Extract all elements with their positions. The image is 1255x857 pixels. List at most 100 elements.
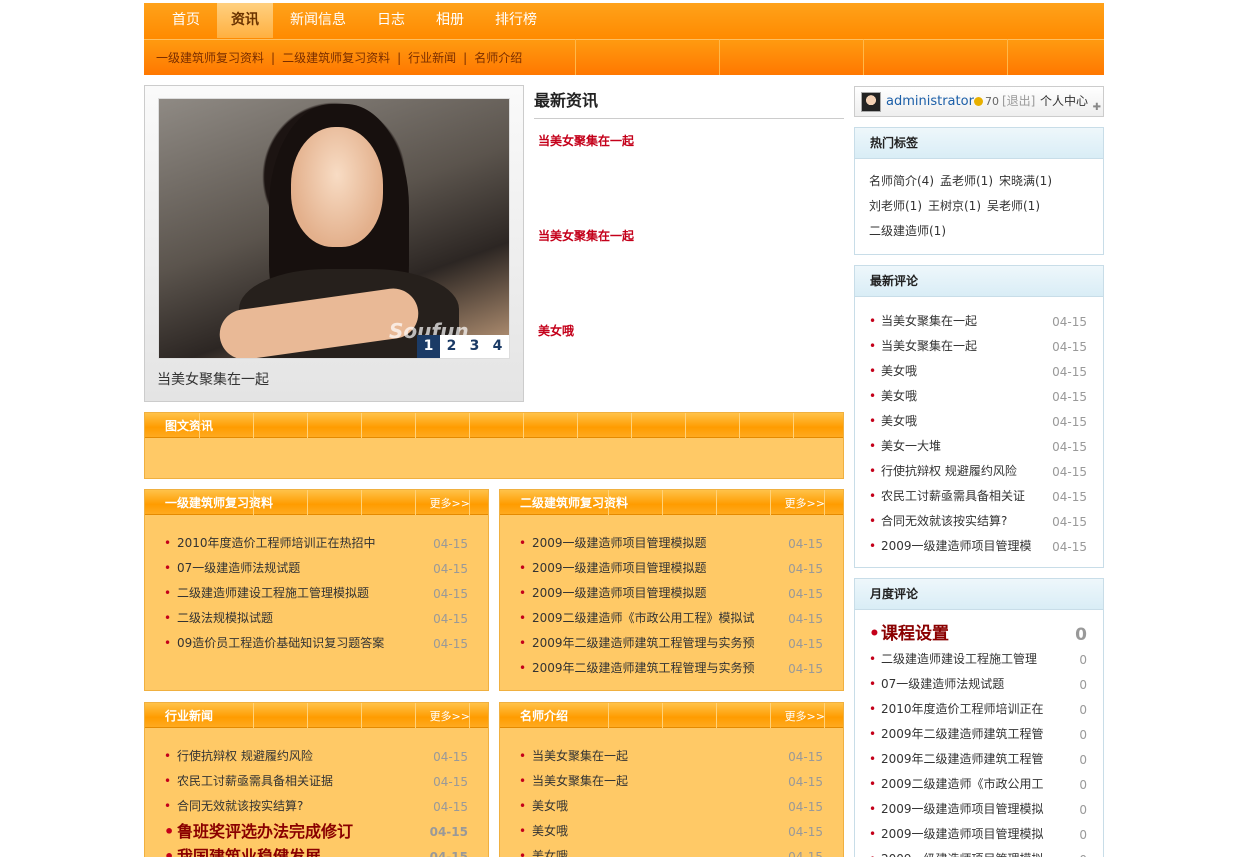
list-item-text[interactable]: 美女哦 — [881, 414, 917, 428]
list-item[interactable]: • 行使抗辩权 规避履约风险 04-15 — [145, 744, 488, 769]
list-item-text[interactable]: 农民工讨薪亟需具备相关证 — [881, 489, 1025, 503]
nav-item-0[interactable]: 首页 — [158, 3, 214, 38]
list-item[interactable]: • 农民工讨薪亟需具备相关证 04-15 — [855, 484, 1103, 509]
list-item-text[interactable]: 我国建筑业稳健发展 — [177, 847, 321, 857]
list-item-text[interactable]: 2009一级建造师项目管理模拟题 — [532, 561, 707, 575]
list-item-text[interactable]: 二级建造师建设工程施工管理 — [881, 652, 1037, 666]
list-item[interactable]: • 当美女聚集在一起 04-15 — [855, 309, 1103, 334]
list-item-text[interactable]: 行使抗辩权 规避履约风险 — [177, 749, 313, 763]
slide-photo[interactable]: Soufun 1234 — [158, 98, 510, 359]
list-item-text[interactable]: 2010年度造价工程师培训正在热招中 — [177, 536, 376, 550]
slide-page-3[interactable]: 3 — [463, 335, 486, 358]
list-item-text[interactable]: 2009年二级建造师建筑工程管理与实务预 — [532, 661, 755, 675]
list-item-text[interactable]: 07一级建造师法规试题 — [177, 561, 300, 575]
nav-item-2[interactable]: 新闻信息 — [276, 3, 360, 38]
list-item[interactable]: • 行使抗辩权 规避履约风险 04-15 — [855, 459, 1103, 484]
logout-link[interactable]: [退出] — [1002, 87, 1035, 116]
tag-link[interactable]: 名师简介(4) — [869, 174, 934, 188]
list-item-text[interactable]: 课程设置 — [881, 624, 949, 644]
slide-page-4[interactable]: 4 — [486, 335, 509, 358]
list-item-text[interactable]: 当美女聚集在一起 — [532, 774, 628, 788]
list-item-text[interactable]: 2009年二级建造师建筑工程管 — [881, 752, 1044, 766]
list-item[interactable]: • 2009一级建造师项目管理模拟题 04-15 — [500, 581, 843, 606]
avatar[interactable] — [861, 92, 881, 112]
list-item[interactable]: • 合同无效就该按实结算? 04-15 — [855, 509, 1103, 534]
slide-page-1[interactable]: 1 — [417, 335, 440, 358]
list-item-text[interactable]: 合同无效就该按实结算? — [177, 799, 303, 813]
list-item[interactable]: • 2009二级建造师《市政公用工程》模拟试 04-15 — [500, 606, 843, 631]
tag-link[interactable]: 刘老师(1) — [869, 199, 922, 213]
list-item[interactable]: • 美女哦 04-15 — [855, 359, 1103, 384]
list-item-text[interactable]: 07一级建造师法规试题 — [881, 677, 1004, 691]
more-link[interactable]: 更多>> — [430, 703, 470, 730]
list-item[interactable]: • 美女哦 04-15 — [855, 384, 1103, 409]
list-item[interactable]: • 我国建筑业稳健发展 04-15 — [145, 844, 488, 857]
list-item[interactable]: • 美女哦 04-15 — [500, 844, 843, 857]
list-item[interactable]: • 鲁班奖评选办法完成修订 04-15 — [145, 819, 488, 844]
list-item[interactable]: • 课程设置 0 — [855, 622, 1103, 647]
list-item[interactable]: • 2009一级建造师项目管理模拟 0 — [855, 847, 1103, 857]
subnav-link-3[interactable]: 名师介绍 — [474, 51, 522, 65]
tag-link[interactable]: 孟老师(1) — [940, 174, 993, 188]
list-item[interactable]: • 2009一级建造师项目管理模拟 0 — [855, 797, 1103, 822]
list-item-text[interactable]: 2010年度造价工程师培训正在 — [881, 702, 1044, 716]
list-item-text[interactable]: 当美女聚集在一起 — [881, 339, 977, 353]
list-item-text[interactable]: 2009年二级建造师建筑工程管 — [881, 727, 1044, 741]
latest-news-item[interactable]: 当美女聚集在一起 — [538, 227, 634, 244]
list-item-text[interactable]: 2009二级建造师《市政公用工 — [881, 777, 1044, 791]
more-link[interactable]: 更多>> — [785, 490, 825, 517]
list-item-text[interactable]: 2009一级建造师项目管理模 — [881, 539, 1032, 553]
list-item-text[interactable]: 2009一级建造师项目管理模拟 — [881, 852, 1044, 857]
list-item[interactable]: • 07一级建造师法规试题 04-15 — [145, 556, 488, 581]
list-item[interactable]: • 2009年二级建造师建筑工程管理与实务预 04-15 — [500, 631, 843, 656]
list-item[interactable]: • 当美女聚集在一起 04-15 — [855, 334, 1103, 359]
tag-link[interactable]: 吴老师(1) — [987, 199, 1040, 213]
nav-item-1[interactable]: 资讯 — [217, 3, 273, 38]
list-item[interactable]: • 合同无效就该按实结算? 04-15 — [145, 794, 488, 819]
list-item-text[interactable]: 农民工讨薪亟需具备相关证据 — [177, 774, 333, 788]
nav-item-5[interactable]: 排行榜 — [481, 3, 551, 38]
list-item-text[interactable]: 美女哦 — [881, 389, 917, 403]
list-item[interactable]: • 美女哦 04-15 — [500, 819, 843, 844]
more-link[interactable]: 更多>> — [430, 490, 470, 517]
subnav-link-2[interactable]: 行业新闻 — [408, 51, 456, 65]
list-item-text[interactable]: 当美女聚集在一起 — [532, 749, 628, 763]
list-item[interactable]: • 2010年度造价工程师培训正在热招中 04-15 — [145, 531, 488, 556]
list-item-text[interactable]: 当美女聚集在一起 — [881, 314, 977, 328]
list-item-text[interactable]: 合同无效就该按实结算? — [881, 514, 1007, 528]
list-item[interactable]: • 2009一级建造师项目管理模拟题 04-15 — [500, 531, 843, 556]
list-item[interactable]: • 农民工讨薪亟需具备相关证据 04-15 — [145, 769, 488, 794]
list-item[interactable]: • 二级建造师建设工程施工管理 0 — [855, 647, 1103, 672]
list-item-text[interactable]: 2009一级建造师项目管理模拟 — [881, 827, 1044, 841]
latest-news-item[interactable]: 当美女聚集在一起 — [538, 132, 634, 149]
list-item[interactable]: • 美女一大堆 04-15 — [855, 434, 1103, 459]
list-item-text[interactable]: 二级法规模拟试题 — [177, 611, 273, 625]
list-item-text[interactable]: 美女哦 — [532, 799, 568, 813]
list-item[interactable]: • 二级法规模拟试题 04-15 — [145, 606, 488, 631]
tag-link[interactable]: 二级建造师(1) — [869, 224, 946, 238]
list-item-text[interactable]: 09造价员工程造价基础知识复习题答案 — [177, 636, 384, 650]
list-item[interactable]: • 当美女聚集在一起 04-15 — [500, 744, 843, 769]
list-item-text[interactable]: 2009一级建造师项目管理模拟题 — [532, 586, 707, 600]
more-link[interactable]: 更多>> — [785, 703, 825, 730]
list-item-text[interactable]: 二级建造师建设工程施工管理模拟题 — [177, 586, 369, 600]
subnav-link-0[interactable]: 一级建筑师复习资料 — [156, 51, 264, 65]
username-link[interactable]: administrator — [886, 87, 974, 116]
list-item[interactable]: • 2009年二级建造师建筑工程管理与实务预 04-15 — [500, 656, 843, 681]
list-item[interactable]: • 2009年二级建造师建筑工程管 0 — [855, 722, 1103, 747]
list-item-text[interactable]: 2009一级建造师项目管理模拟 — [881, 802, 1044, 816]
list-item[interactable]: • 美女哦 04-15 — [855, 409, 1103, 434]
list-item-text[interactable]: 美女哦 — [532, 824, 568, 838]
list-item-text[interactable]: 2009二级建造师《市政公用工程》模拟试 — [532, 611, 755, 625]
tag-link[interactable]: 宋晓满(1) — [999, 174, 1052, 188]
list-item-text[interactable]: 鲁班奖评选办法完成修订 — [177, 822, 353, 841]
slide-page-2[interactable]: 2 — [440, 335, 463, 358]
list-item-text[interactable]: 美女哦 — [532, 849, 568, 857]
list-item[interactable]: • 2009一级建造师项目管理模拟 0 — [855, 822, 1103, 847]
tag-link[interactable]: 王树京(1) — [928, 199, 981, 213]
expand-icon[interactable]: ✚ — [1093, 93, 1101, 122]
nav-item-3[interactable]: 日志 — [363, 3, 419, 38]
list-item[interactable]: • 二级建造师建设工程施工管理模拟题 04-15 — [145, 581, 488, 606]
list-item[interactable]: • 2009一级建造师项目管理模拟题 04-15 — [500, 556, 843, 581]
list-item-text[interactable]: 美女一大堆 — [881, 439, 941, 453]
